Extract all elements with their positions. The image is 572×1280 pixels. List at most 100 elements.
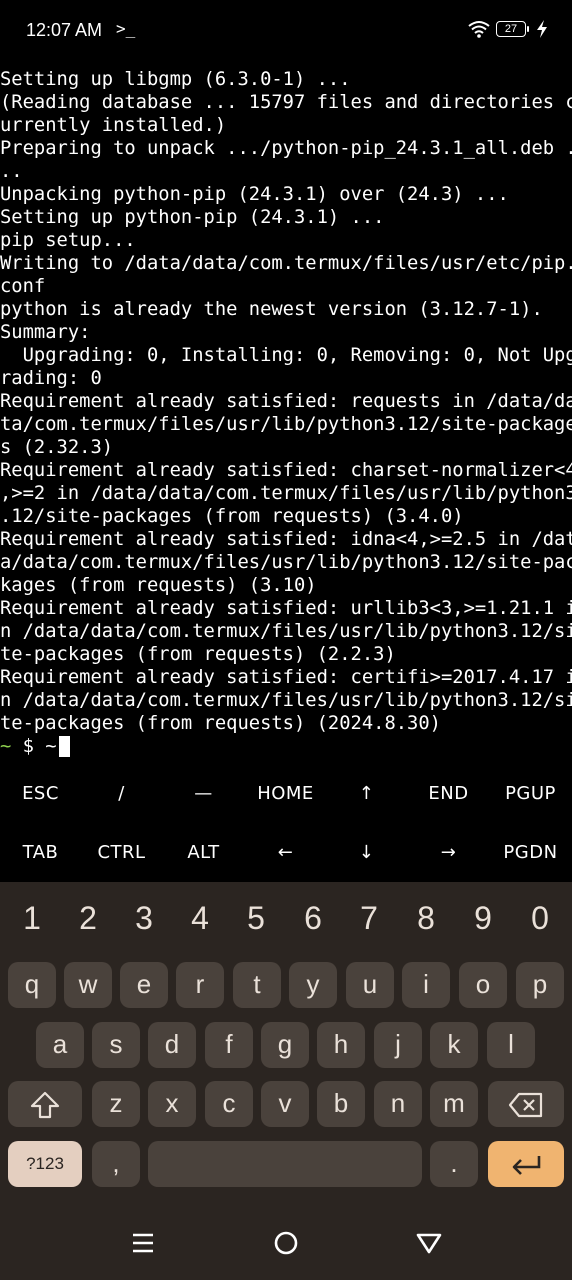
key-1[interactable]: 1 bbox=[4, 894, 60, 942]
terminal-line: Requirement already satisfied: certifi>=… bbox=[0, 667, 572, 688]
key-7[interactable]: 7 bbox=[341, 894, 397, 942]
terminal-line: rading: 0 bbox=[0, 368, 102, 389]
key-z[interactable]: z bbox=[92, 1081, 140, 1127]
terminal-line: Writing to /data/data/com.termux/files/u… bbox=[0, 253, 572, 274]
ctrl-key[interactable]: CTRL bbox=[81, 823, 162, 882]
extra-keys-bar: ESC / — HOME ↑ END PGUP TAB CTRL ALT ← ↓… bbox=[0, 764, 572, 882]
key-h[interactable]: h bbox=[317, 1022, 365, 1068]
key-o[interactable]: o bbox=[459, 962, 507, 1008]
key-y[interactable]: y bbox=[289, 962, 337, 1008]
key-g[interactable]: g bbox=[261, 1022, 309, 1068]
enter-key[interactable] bbox=[488, 1141, 564, 1187]
key-x[interactable]: x bbox=[148, 1081, 196, 1127]
key-l[interactable]: l bbox=[487, 1022, 535, 1068]
terminal-line: Summary: bbox=[0, 322, 91, 343]
prompt-tilde: ~ bbox=[0, 736, 12, 757]
terminal-line: n /data/data/com.termux/files/usr/lib/py… bbox=[0, 621, 572, 642]
status-time: 12:07 AM bbox=[26, 20, 103, 40]
terminal-line: te-packages (from requests) (2.2.3) bbox=[0, 644, 396, 665]
terminal-line: (Reading database ... 15797 files and di… bbox=[0, 92, 572, 113]
tab-key[interactable]: TAB bbox=[0, 823, 81, 882]
space-key[interactable] bbox=[148, 1141, 422, 1187]
key-v[interactable]: v bbox=[261, 1081, 309, 1127]
arrow-right-key[interactable]: → bbox=[408, 823, 489, 882]
terminal-line: s (2.32.3) bbox=[0, 437, 114, 458]
end-key[interactable]: END bbox=[408, 764, 489, 823]
soft-keyboard: 1 2 3 4 5 6 7 8 9 0 q w e r t y u i o p … bbox=[0, 882, 572, 1200]
navigation-bar bbox=[0, 1200, 572, 1280]
arrow-left-key[interactable]: ← bbox=[245, 823, 326, 882]
terminal-line: Requirement already satisfied: charset-n… bbox=[0, 460, 572, 481]
key-8[interactable]: 8 bbox=[398, 894, 454, 942]
charging-bolt-icon bbox=[537, 20, 547, 38]
key-m[interactable]: m bbox=[430, 1081, 478, 1127]
symbols-key[interactable]: ?123 bbox=[8, 1141, 82, 1187]
terminal-line: Requirement already satisfied: idna<4,>=… bbox=[0, 529, 572, 550]
terminal-prompt-icon: >_ bbox=[116, 19, 136, 38]
key-d[interactable]: d bbox=[148, 1022, 196, 1068]
key-0[interactable]: 0 bbox=[512, 894, 568, 942]
key-b[interactable]: b bbox=[317, 1081, 365, 1127]
terminal-line: te-packages (from requests) (2024.8.30) bbox=[0, 713, 441, 734]
terminal-line: kages (from requests) (3.10) bbox=[0, 575, 317, 596]
back-triangle-icon[interactable] bbox=[414, 1228, 444, 1258]
period-key[interactable]: . bbox=[430, 1141, 478, 1187]
key-3[interactable]: 3 bbox=[116, 894, 172, 942]
key-c[interactable]: c bbox=[205, 1081, 253, 1127]
backspace-icon bbox=[508, 1093, 543, 1118]
terminal-line: urrently installed.) bbox=[0, 115, 227, 136]
terminal-prompt[interactable]: ~ $ ~ bbox=[0, 735, 572, 758]
key-j[interactable]: j bbox=[374, 1022, 422, 1068]
key-t[interactable]: t bbox=[233, 962, 281, 1008]
terminal-line: Requirement already satisfied: urllib3<3… bbox=[0, 598, 572, 619]
pgup-key[interactable]: PGUP bbox=[490, 764, 571, 823]
terminal-line: .12/site-packages (from requests) (3.4.0… bbox=[0, 506, 464, 527]
arrow-up-key[interactable]: ↑ bbox=[326, 764, 407, 823]
text-cursor bbox=[58, 736, 70, 757]
terminal-output[interactable]: Setting up libgmp (6.3.0-1) ... (Reading… bbox=[0, 68, 572, 768]
key-f[interactable]: f bbox=[205, 1022, 253, 1068]
shift-key[interactable] bbox=[8, 1081, 82, 1127]
terminal-line: python is already the newest version (3.… bbox=[0, 299, 543, 320]
number-row: 1 2 3 4 5 6 7 8 9 0 bbox=[0, 894, 572, 942]
home-key[interactable]: HOME bbox=[245, 764, 326, 823]
extra-keys-row-1: ESC / — HOME ↑ END PGUP bbox=[0, 764, 572, 823]
backspace-key[interactable] bbox=[488, 1081, 564, 1127]
key-r[interactable]: r bbox=[176, 962, 224, 1008]
key-s[interactable]: s bbox=[92, 1022, 140, 1068]
comma-key[interactable]: , bbox=[92, 1141, 140, 1187]
slash-key[interactable]: / bbox=[81, 764, 162, 823]
wifi-icon bbox=[468, 21, 490, 38]
esc-key[interactable]: ESC bbox=[0, 764, 81, 823]
key-6[interactable]: 6 bbox=[285, 894, 341, 942]
key-9[interactable]: 9 bbox=[455, 894, 511, 942]
battery-icon: 27 bbox=[496, 21, 529, 37]
key-2[interactable]: 2 bbox=[60, 894, 116, 942]
key-a[interactable]: a bbox=[36, 1022, 84, 1068]
arrow-down-key[interactable]: ↓ bbox=[326, 823, 407, 882]
key-5[interactable]: 5 bbox=[228, 894, 284, 942]
terminal-line: ,>=2 in /data/data/com.termux/files/usr/… bbox=[0, 483, 572, 504]
key-w[interactable]: w bbox=[64, 962, 112, 1008]
pgdn-key[interactable]: PGDN bbox=[490, 823, 571, 882]
terminal-line: Unpacking python-pip (24.3.1) over (24.3… bbox=[0, 184, 509, 205]
dash-key[interactable]: — bbox=[163, 764, 244, 823]
key-e[interactable]: e bbox=[120, 962, 168, 1008]
key-p[interactable]: p bbox=[516, 962, 564, 1008]
key-q[interactable]: q bbox=[8, 962, 56, 1008]
key-u[interactable]: u bbox=[346, 962, 394, 1008]
key-4[interactable]: 4 bbox=[172, 894, 228, 942]
terminal-line: pip setup... bbox=[0, 230, 136, 251]
terminal-line: conf bbox=[0, 276, 46, 297]
home-circle-icon[interactable] bbox=[271, 1228, 301, 1258]
key-k[interactable]: k bbox=[430, 1022, 478, 1068]
enter-icon bbox=[512, 1156, 541, 1176]
extra-keys-row-2: TAB CTRL ALT ← ↓ → PGDN bbox=[0, 823, 572, 882]
shift-arrow-icon bbox=[30, 1092, 60, 1119]
key-i[interactable]: i bbox=[402, 962, 450, 1008]
alt-key[interactable]: ALT bbox=[163, 823, 244, 882]
menu-icon[interactable] bbox=[128, 1228, 158, 1258]
key-n[interactable]: n bbox=[374, 1081, 422, 1127]
prompt-text: $ ~ bbox=[11, 736, 57, 757]
status-bar: 12:07 AM >_ 27 bbox=[0, 0, 572, 64]
